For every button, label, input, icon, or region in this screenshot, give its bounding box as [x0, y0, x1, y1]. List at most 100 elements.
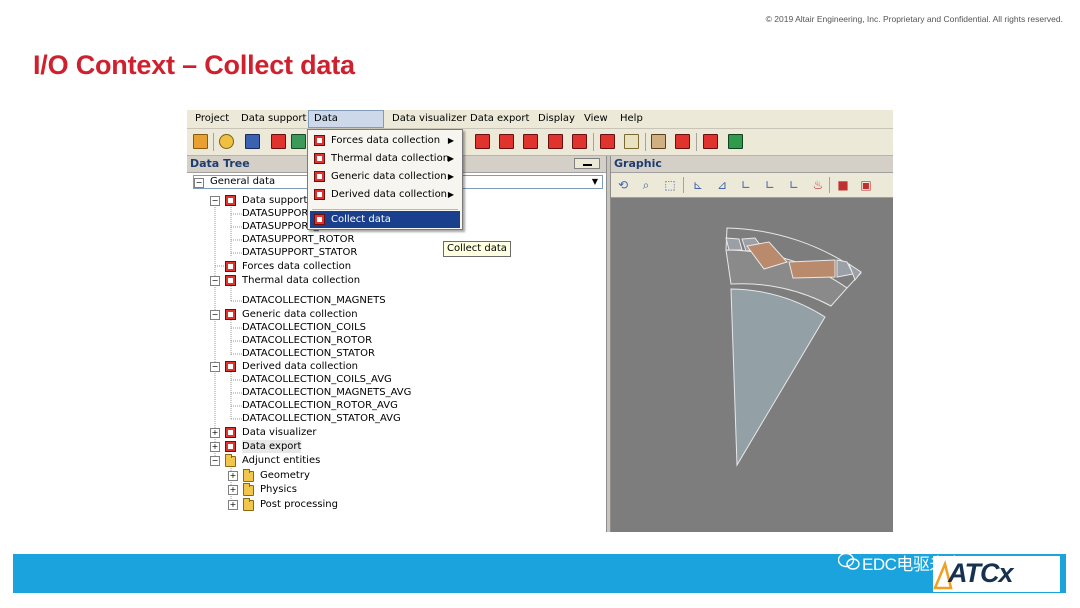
copyright-notice: © 2019 Altair Engineering, Inc. Propriet…: [765, 14, 1063, 24]
graphic-title: Graphic: [614, 157, 662, 170]
rotate-icon[interactable]: ⟲: [615, 177, 631, 193]
submenu-arrow-icon: ▶: [447, 190, 454, 199]
tree-item-label: DATACOLLECTION_COILS_AVG: [242, 374, 392, 385]
display-icon[interactable]: ■: [835, 177, 851, 193]
tree-item-label: Data support: [242, 195, 308, 206]
tree-expand-toggle[interactable]: +: [228, 485, 238, 495]
tree-item-forces-data-collection[interactable]: Forces data collection: [225, 260, 425, 273]
tree-item-label: Thermal data collection: [242, 275, 361, 286]
datasupport-icon[interactable]: [475, 134, 490, 149]
layout-icon[interactable]: [728, 134, 743, 149]
tree-item-label: DATASUPPORT_STATOR: [242, 247, 358, 258]
forces-collection-icon: [314, 135, 325, 146]
tree-item-post-processing[interactable]: + Post processing: [228, 498, 428, 511]
menu-item-thermal-data-collection[interactable]: Thermal data collection ▶: [310, 150, 460, 167]
zoom-icon[interactable]: ⌕: [638, 177, 654, 193]
tree-item-adjunct-entities[interactable]: − Adjunct entities: [210, 454, 410, 467]
menu-data-support[interactable]: Data support: [236, 110, 311, 128]
collection-new-icon[interactable]: [548, 134, 563, 149]
menu-item-generic-data-collection[interactable]: Generic data collection ▶: [310, 168, 460, 185]
view-y-icon[interactable]: ⊿: [714, 177, 730, 193]
view-xy-icon[interactable]: ∟: [762, 177, 778, 193]
export-red-icon[interactable]: [675, 134, 690, 149]
print-icon[interactable]: [291, 134, 306, 149]
folder-icon: [243, 469, 254, 482]
graphic-viewport[interactable]: [611, 198, 893, 532]
toolbar-separator: [696, 133, 697, 151]
display-icon[interactable]: [703, 134, 718, 149]
zoom-region-icon[interactable]: ⬚: [662, 177, 678, 193]
tree-item-label: Data export: [242, 440, 302, 453]
tree-item-data-visualizer[interactable]: + Data visualizer: [210, 426, 410, 439]
tree-item-label: DATACOLLECTION_STATOR: [242, 348, 375, 359]
menu-help[interactable]: Help: [615, 110, 648, 128]
collection-edit-icon[interactable]: [523, 134, 538, 149]
toolbar-separator: [213, 133, 214, 151]
tree-item-data-export[interactable]: + Data export: [210, 440, 410, 453]
submenu-arrow-icon: ▶: [447, 172, 454, 181]
thermal-collection-icon: [225, 275, 236, 286]
data-visualizer-icon: [225, 427, 236, 438]
fire-icon[interactable]: ♨: [810, 177, 826, 193]
tree-item-label: DATACOLLECTION_MAGNETS: [242, 295, 386, 306]
graphic-toolbar: ⟲ ⌕ ⬚ ⊾ ⊿ ∟ ∟ ∟ ♨ ■ ▣: [611, 173, 893, 198]
menu-data-visualizer[interactable]: Data visualizer: [387, 110, 472, 128]
tree-item-thermal-data-collection[interactable]: − Thermal data collection: [210, 274, 410, 287]
tree-expand-toggle[interactable]: +: [228, 500, 238, 510]
tree-expand-toggle[interactable]: +: [228, 471, 238, 481]
tools-icon[interactable]: [193, 134, 208, 149]
refresh-icon[interactable]: [219, 134, 234, 149]
tree-item-label: DATACOLLECTION_STATOR_AVG: [242, 413, 401, 424]
tree-collapse-toggle[interactable]: −: [210, 276, 220, 286]
tree-item-label: DATACOLLECTION_ROTOR: [242, 335, 373, 346]
tree-item-derived-data-collection[interactable]: − Derived data collection: [210, 360, 410, 373]
submenu-arrow-icon: ▶: [447, 136, 454, 145]
tree-item-label: Derived data collection: [242, 361, 359, 372]
tree-collapse-toggle[interactable]: −: [210, 196, 220, 206]
view-xz-icon[interactable]: ∟: [786, 177, 802, 193]
printer-icon[interactable]: ▣: [858, 177, 874, 193]
logo-text: ATCx: [948, 558, 1014, 588]
menu-item-label: Generic data collection: [331, 171, 447, 182]
menu-separator: [312, 209, 458, 210]
data-export-icon: [225, 441, 236, 452]
view-z-icon[interactable]: ∟: [738, 177, 754, 193]
toolbar-separator: [645, 133, 646, 151]
graphic-panel: Graphic ⟲ ⌕ ⬚ ⊾ ⊿ ∟ ∟ ∟ ♨ ■ ▣: [611, 156, 893, 532]
generic-collection-icon: [225, 309, 236, 320]
export-arrow-icon[interactable]: [651, 134, 666, 149]
menu-data-collection[interactable]: Data collection: [308, 110, 384, 140]
tree-item-physics[interactable]: + Physics: [228, 483, 428, 496]
tree-collapse-toggle[interactable]: −: [210, 456, 220, 466]
tree-item-generic-data-collection[interactable]: − Generic data collection: [210, 308, 410, 321]
menu-data-export[interactable]: Data export: [465, 110, 534, 128]
rotor-sector: [730, 288, 826, 467]
thermal-collection-icon: [314, 153, 325, 164]
datasupport-new-icon[interactable]: [499, 134, 514, 149]
tree-item-label: Geometry: [260, 470, 310, 481]
save-icon[interactable]: [245, 134, 260, 149]
tree-collapse-toggle[interactable]: −: [210, 310, 220, 320]
tree-expand-toggle[interactable]: +: [210, 428, 220, 438]
tree-item-label: Generic data collection: [242, 309, 358, 320]
tree-item-label: Adjunct entities: [242, 455, 321, 466]
tree-item-label: Physics: [260, 484, 297, 495]
menu-view[interactable]: View: [579, 110, 613, 128]
menu-item-collect-data[interactable]: Collect data: [310, 211, 460, 228]
data-support-icon: [225, 195, 236, 206]
menu-item-derived-data-collection[interactable]: Derived data collection ▶: [310, 186, 460, 203]
tree-item-geometry[interactable]: + Geometry: [228, 469, 428, 482]
menu-item-label: Collect data: [331, 214, 391, 225]
menu-project[interactable]: Project: [190, 110, 234, 128]
collection-copy-icon[interactable]: [572, 134, 587, 149]
menu-item-forces-data-collection[interactable]: Forces data collection ▶: [310, 132, 460, 149]
menu-display[interactable]: Display: [533, 110, 580, 128]
toolbar-separator: [683, 177, 684, 193]
tree-expand-toggle[interactable]: +: [210, 442, 220, 452]
view-x-icon[interactable]: ⊾: [690, 177, 706, 193]
visualizer-icon[interactable]: [600, 134, 615, 149]
brush-icon[interactable]: [624, 134, 639, 149]
export-icon[interactable]: [271, 134, 286, 149]
tree-collapse-toggle[interactable]: −: [210, 362, 220, 372]
tooltip: Collect data: [443, 241, 511, 257]
